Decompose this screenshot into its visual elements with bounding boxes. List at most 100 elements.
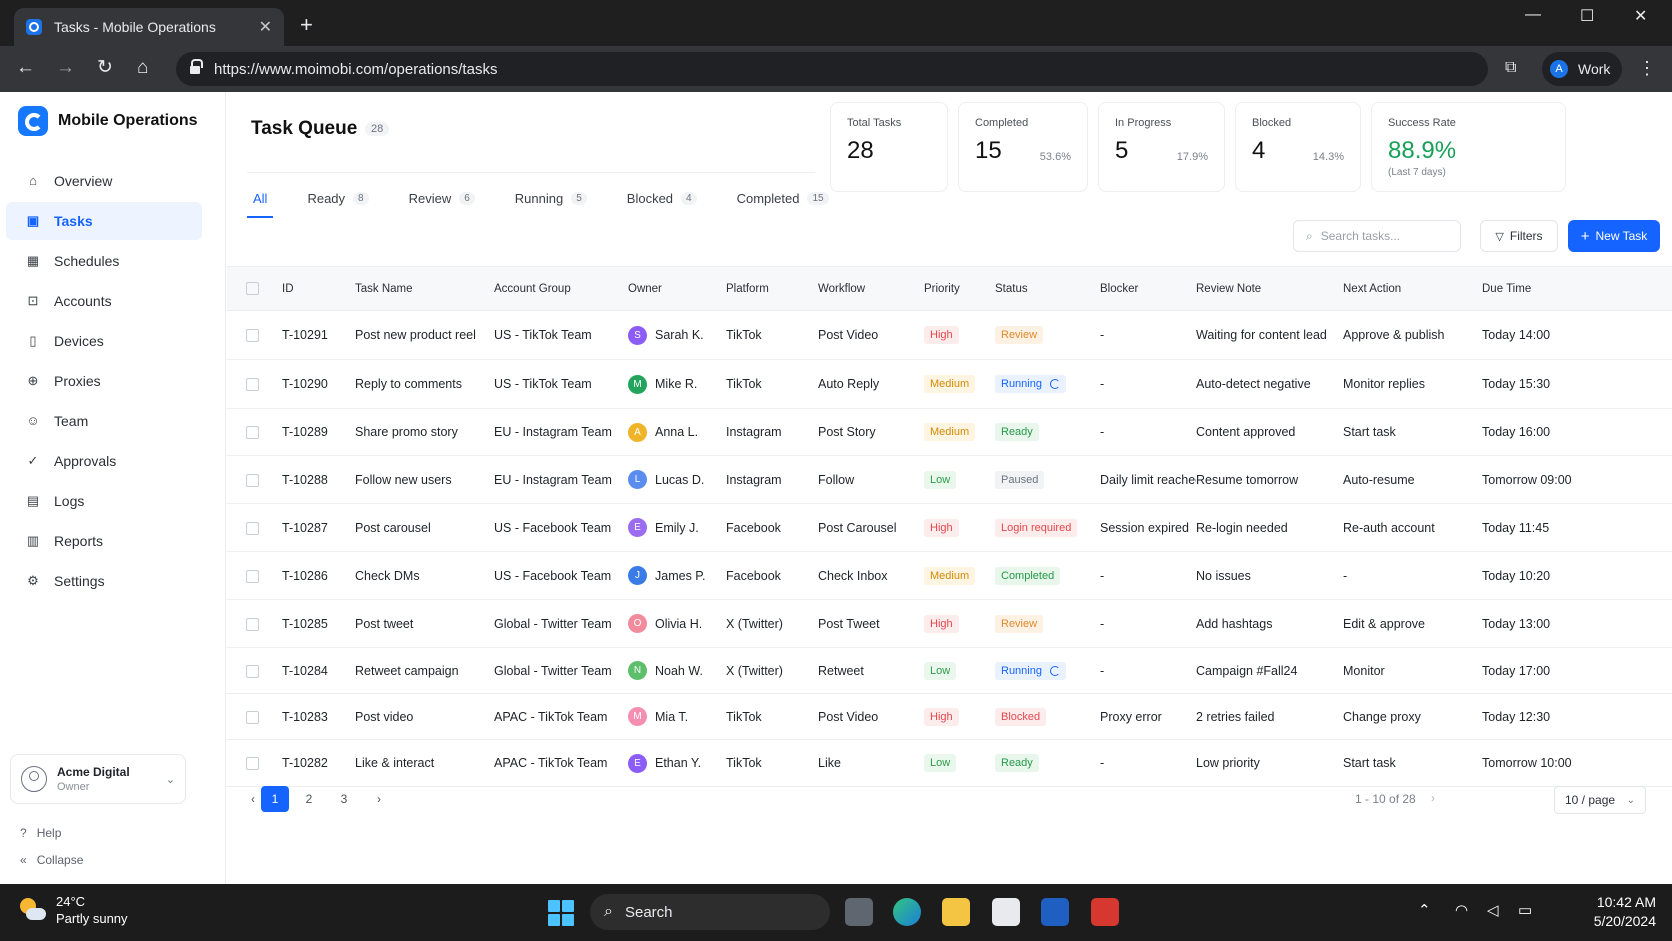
tab-ready[interactable]: Ready 8	[301, 186, 374, 210]
sidebar-item-schedules[interactable]: ▦ Schedules	[6, 242, 202, 280]
sidebar-item-approvals[interactable]: ✓ Approvals	[6, 442, 202, 480]
sidebar-item-logs[interactable]: ▤ Logs	[6, 482, 202, 520]
row-checkbox[interactable]	[246, 569, 259, 583]
task-name[interactable]: Share promo story	[355, 408, 494, 456]
page-size-select[interactable]: 10 / page ⌄	[1554, 786, 1646, 814]
task-name[interactable]: Follow new users	[355, 455, 494, 504]
task-view-icon[interactable]	[845, 898, 873, 926]
brand[interactable]: Mobile Operations	[18, 106, 198, 136]
reload-icon[interactable]: ↻	[97, 58, 113, 78]
collapse-button[interactable]: « Collapse	[20, 853, 83, 867]
weather-widget[interactable]: 24°C Partly sunny	[18, 893, 128, 927]
next-page-icon[interactable]: ›	[365, 786, 393, 812]
table-row[interactable]: T-10286 Check DMs US - Facebook Team J James…	[227, 551, 1672, 600]
sidebar-item-devices[interactable]: ▯ Devices	[6, 322, 202, 360]
home-icon[interactable]: ⌂	[137, 58, 148, 78]
account-switcher[interactable]: Acme Digital Owner ⌄	[10, 754, 186, 804]
tab-blocked[interactable]: Blocked 4	[621, 186, 703, 210]
maximize-icon[interactable]: ☐	[1580, 6, 1594, 26]
tray-overflow-icon[interactable]: ⌃	[1418, 901, 1431, 919]
task-name[interactable]: Like & interact	[355, 739, 494, 787]
task-name[interactable]: Post new product reel	[355, 310, 494, 360]
clock[interactable]: 10:42 AM 5/20/2024	[1560, 893, 1656, 931]
wifi-icon[interactable]: ◠	[1455, 901, 1468, 919]
profile-button[interactable]: A Work	[1542, 52, 1623, 86]
column-header[interactable]: Task Name	[355, 266, 494, 311]
tab-running[interactable]: Running 5	[509, 186, 593, 210]
address-bar[interactable]: https://www.moimobi.com/operations/tasks	[176, 52, 1488, 86]
task-name[interactable]: Post video	[355, 693, 494, 740]
table-row[interactable]: T-10288 Follow new users EU - Instagram Te…	[227, 455, 1672, 504]
table-row[interactable]: T-10290 Reply to comments US - TikTok Team…	[227, 359, 1672, 409]
column-header[interactable]: Review Note	[1196, 266, 1343, 311]
range-next-icon[interactable]: ›	[1431, 791, 1435, 805]
file-explorer-icon[interactable]	[942, 898, 970, 926]
volume-icon[interactable]: ◁	[1487, 901, 1499, 919]
table-row[interactable]: T-10287 Post carousel US - Facebook Team E E…	[227, 503, 1672, 552]
table-row[interactable]: T-10283 Post video APAC - TikTok Team M Mia …	[227, 693, 1672, 740]
table-row[interactable]: T-10285 Post tweet Global - Twitter Team O O…	[227, 599, 1672, 648]
sidebar-item-team[interactable]: ☺ Team	[6, 402, 202, 440]
task-name[interactable]: Retweet campaign	[355, 647, 494, 694]
office-app-icon[interactable]	[1091, 898, 1119, 926]
table-row[interactable]: T-10284 Retweet campaign Global - Twitter …	[227, 647, 1672, 694]
sidebar-item-overview[interactable]: ⌂ Overview	[6, 162, 202, 200]
sidebar-item-reports[interactable]: ▥ Reports	[6, 522, 202, 560]
windows-start-icon[interactable]	[548, 900, 574, 926]
help-link[interactable]: ? Help	[20, 826, 61, 840]
column-header[interactable]: Owner	[628, 266, 726, 311]
column-header[interactable]: Status	[995, 266, 1100, 311]
column-header[interactable]: Platform	[726, 266, 818, 311]
filters-button[interactable]: ▽ Filters	[1480, 220, 1558, 252]
store-icon[interactable]	[992, 898, 1020, 926]
tab-all[interactable]: All	[247, 186, 274, 218]
battery-icon[interactable]: ▭	[1518, 901, 1532, 919]
row-checkbox[interactable]	[246, 521, 259, 535]
column-header[interactable]: Priority	[924, 266, 995, 311]
column-header[interactable]: Workflow	[818, 266, 924, 311]
page-2-button[interactable]: 2	[295, 786, 323, 812]
browser-tab[interactable]: Tasks - Mobile Operations ✕	[14, 8, 284, 46]
edge-browser-icon[interactable]	[893, 898, 921, 926]
search-input[interactable]: ⌕ Search tasks...	[1293, 220, 1461, 252]
tab-completed[interactable]: Completed 15	[731, 186, 835, 210]
close-tab-icon[interactable]: ✕	[259, 17, 272, 37]
column-header[interactable]: ID	[282, 266, 355, 311]
table-row[interactable]: T-10291 Post new product reel US - TikTok …	[227, 310, 1672, 360]
row-checkbox[interactable]	[246, 617, 259, 631]
column-header[interactable]: Due Time	[1482, 266, 1672, 311]
word-app-icon[interactable]	[1041, 898, 1069, 926]
page-3-button[interactable]: 3	[330, 786, 358, 812]
row-checkbox[interactable]	[246, 473, 259, 487]
back-icon[interactable]: ←	[16, 58, 35, 78]
sidebar-item-accounts[interactable]: ⊡ Accounts	[6, 282, 202, 320]
table-row[interactable]: T-10282 Like & interact APAC - TikTok Team…	[227, 739, 1672, 787]
taskbar-search[interactable]: ⌕ Search	[590, 894, 830, 930]
task-name[interactable]: Post tweet	[355, 599, 494, 648]
column-header[interactable]: Blocker	[1100, 266, 1196, 311]
sidebar-item-proxies[interactable]: ⊕ Proxies	[6, 362, 202, 400]
page-1-button[interactable]: 1	[261, 786, 289, 812]
row-checkbox[interactable]	[246, 426, 259, 440]
sidebar-item-settings[interactable]: ⚙ Settings	[6, 562, 202, 600]
browser-menu-icon[interactable]: ⋮	[1638, 58, 1656, 79]
sidebar-item-tasks[interactable]: ▣ Tasks	[6, 202, 202, 240]
column-header[interactable]: Account Group	[494, 266, 628, 311]
task-name[interactable]: Check DMs	[355, 551, 494, 600]
row-checkbox[interactable]	[246, 757, 259, 771]
minimize-icon[interactable]: —	[1525, 6, 1541, 24]
task-name[interactable]: Reply to comments	[355, 359, 494, 409]
row-checkbox[interactable]	[246, 378, 259, 392]
forward-icon[interactable]: →	[56, 58, 75, 78]
window-close-icon[interactable]: ✕	[1634, 6, 1647, 26]
table-row[interactable]: T-10289 Share promo story EU - Instagram T…	[227, 408, 1672, 456]
new-task-button[interactable]: + New Task	[1568, 220, 1660, 252]
select-all-checkbox[interactable]	[246, 282, 259, 295]
tab-review[interactable]: Review 6	[403, 186, 481, 210]
row-checkbox[interactable]	[246, 664, 259, 678]
extensions-icon[interactable]: ⧉	[1505, 59, 1516, 77]
column-header[interactable]: Next Action	[1343, 266, 1482, 311]
row-checkbox[interactable]	[246, 710, 259, 724]
task-name[interactable]: Post carousel	[355, 503, 494, 552]
new-tab-icon[interactable]: +	[300, 12, 313, 38]
